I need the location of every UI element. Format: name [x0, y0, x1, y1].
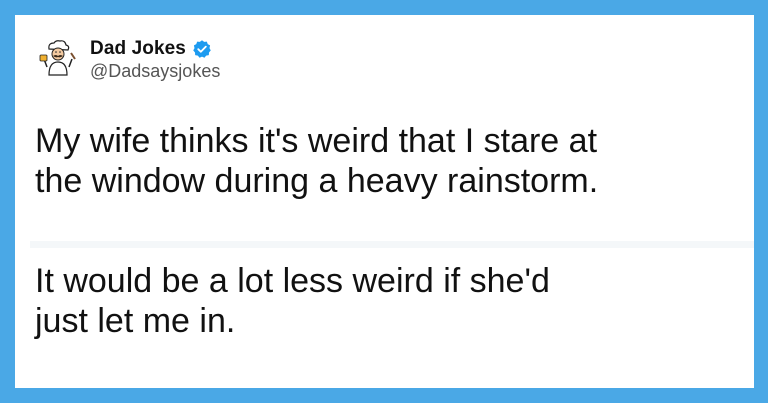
avatar[interactable] — [35, 37, 81, 83]
tweet-paragraph-1: My wife thinks it's weird that I stare a… — [35, 121, 735, 201]
tweet-header: Dad Jokes @Dadsaysjokes — [35, 37, 335, 107]
tweet-paragraph-2: It would be a lot less weird if she'd ju… — [35, 261, 735, 341]
chef-avatar-icon — [36, 38, 80, 82]
name-row: Dad Jokes — [90, 37, 212, 61]
tweet-text-line: just let me in. — [35, 302, 236, 340]
tweet-card: Dad Jokes @Dadsaysjokes My wife thinks i… — [15, 15, 754, 388]
display-name[interactable]: Dad Jokes — [90, 38, 186, 60]
paragraph-divider — [30, 241, 754, 248]
blue-frame: Dad Jokes @Dadsaysjokes My wife thinks i… — [0, 0, 768, 403]
tweet-text-line: the window during a heavy rainstorm. — [35, 162, 599, 200]
verified-badge-icon — [193, 40, 211, 58]
tweet-text-line: My wife thinks it's weird that I stare a… — [35, 122, 598, 160]
user-handle[interactable]: @Dadsaysjokes — [90, 61, 220, 82]
tweet-text-line: It would be a lot less weird if she'd — [35, 262, 550, 300]
